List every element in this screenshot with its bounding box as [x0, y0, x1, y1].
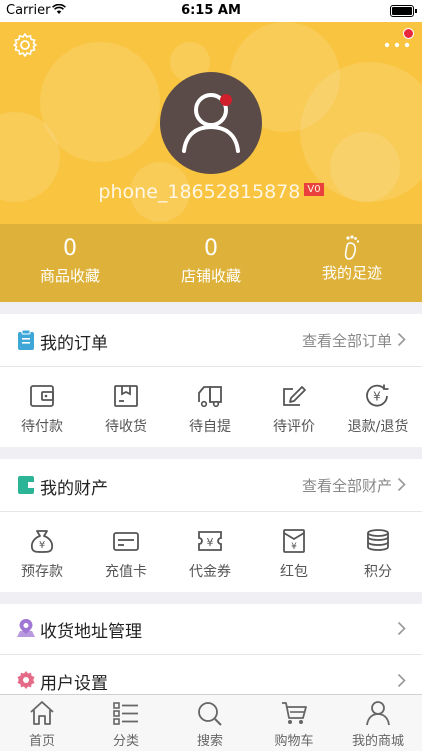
view-all-assets-link[interactable]: 查看全部财产: [302, 475, 392, 496]
assets-grid: ¥ 预存款 充值卡 ¥ 代金券 ¥ 红包 积分: [0, 512, 422, 592]
home-icon: [30, 701, 54, 725]
assets-panel: 我的财产 查看全部财产 ¥ 预存款 充值卡 ¥ 代金券 ¥ 红包 积分: [0, 459, 422, 592]
vip-level-badge: V0: [304, 183, 324, 196]
address-management-label: 收货地址管理: [40, 622, 142, 642]
user-avatar-icon: [182, 93, 240, 153]
goods-favorites-stat[interactable]: 0 商品收藏: [0, 224, 140, 286]
tab-cart[interactable]: 购物车: [252, 695, 336, 749]
profile-header: phone_18652815878 V0 0 商品收藏 0 店铺收藏 我的足迹: [0, 22, 422, 302]
money-bag-icon: ¥: [30, 530, 54, 553]
chevron-right-icon: [397, 673, 406, 688]
search-icon: [198, 702, 222, 726]
asset-item-label: 充值卡: [105, 564, 147, 580]
refund-icon: ¥: [366, 384, 389, 407]
tab-label: 搜索: [196, 734, 223, 749]
truck-icon: [198, 386, 222, 408]
tab-my-mall[interactable]: 我的商城: [336, 695, 420, 749]
stats-band: 0 商品收藏 0 店铺收藏 我的足迹: [0, 224, 422, 302]
settings-gear-icon[interactable]: [12, 32, 38, 58]
order-item-label: 待自提: [189, 419, 231, 435]
order-status-grid: 待付款 待收货 待自提 待评价 ¥ 退款/退货: [0, 367, 422, 447]
order-pending-payment[interactable]: 待付款: [0, 367, 84, 436]
tab-category[interactable]: 分类: [84, 695, 168, 749]
svg-text:¥: ¥: [373, 390, 381, 404]
status-bar: Carrier 6:15 AM: [0, 0, 422, 22]
avatar-badge-dot: [220, 94, 232, 106]
asset-voucher[interactable]: ¥ 代金券: [168, 512, 252, 581]
orders-title: 我的订单: [40, 334, 108, 354]
view-all-orders-link[interactable]: 查看全部订单: [302, 330, 392, 351]
more-dots-icon[interactable]: [384, 42, 410, 48]
tab-label: 购物车: [274, 734, 314, 749]
asset-item-label: 预存款: [21, 564, 63, 580]
clipboard-icon: [18, 330, 34, 350]
order-pending-pickup[interactable]: 待自提: [168, 367, 252, 436]
coins-icon: [367, 529, 389, 551]
green-wallet-icon: [18, 476, 34, 494]
store-favorites-label: 店铺收藏: [180, 267, 241, 285]
svg-text:¥: ¥: [39, 540, 45, 551]
chevron-right-icon[interactable]: [397, 332, 406, 347]
settings-icon: [17, 671, 35, 689]
notification-dot: [403, 28, 414, 39]
location-icon: [17, 619, 35, 637]
chevron-right-icon[interactable]: [397, 477, 406, 492]
order-item-label: 待收货: [105, 419, 147, 435]
edit-icon: [283, 386, 306, 406]
tab-label: 分类: [112, 734, 139, 749]
bottom-tab-bar: 首页 分类 搜索 购物车 我的商城: [0, 694, 422, 751]
order-item-label: 待付款: [21, 419, 63, 435]
red-envelope-icon: ¥: [283, 529, 305, 553]
asset-recharge-card[interactable]: 充值卡: [84, 512, 168, 581]
card-icon: [113, 532, 139, 551]
asset-item-label: 红包: [280, 564, 308, 580]
list-icon: [113, 702, 138, 725]
tab-label: 首页: [28, 734, 55, 749]
order-pending-review[interactable]: 待评价: [252, 367, 336, 436]
svg-text:¥: ¥: [291, 542, 297, 552]
chevron-right-icon: [397, 621, 406, 636]
goods-favorites-count: 0: [63, 236, 77, 261]
package-icon: [114, 385, 138, 407]
store-favorites-count: 0: [204, 236, 218, 261]
user-settings-row[interactable]: 用户设置: [0, 655, 422, 694]
user-settings-label: 用户设置: [40, 674, 108, 694]
svg-text:¥: ¥: [207, 536, 214, 549]
tab-label: 我的商城: [351, 734, 404, 749]
asset-points[interactable]: 积分: [336, 512, 420, 581]
asset-item-label: 积分: [364, 564, 392, 580]
coupon-icon: ¥: [198, 531, 222, 551]
avatar[interactable]: [160, 72, 262, 174]
tab-search[interactable]: 搜索: [168, 695, 252, 749]
time-label: 6:15 AM: [181, 3, 241, 18]
tab-home[interactable]: 首页: [0, 695, 84, 749]
order-pending-receipt[interactable]: 待收货: [84, 367, 168, 436]
battery-icon: [390, 5, 417, 17]
orders-panel: 我的订单 查看全部订单 待付款 待收货 待自提 待评价 ¥ 退款/退货: [0, 314, 422, 447]
asset-red-envelope[interactable]: ¥ 红包: [252, 512, 336, 581]
address-management-row[interactable]: 收货地址管理: [0, 604, 422, 654]
order-item-label: 待评价: [273, 419, 315, 435]
assets-title: 我的财产: [40, 479, 108, 499]
order-item-label: 退款/退货: [347, 419, 409, 435]
footprint-stat[interactable]: 我的足迹: [282, 224, 422, 283]
wallet-icon: [30, 385, 54, 407]
username: phone_18652815878: [98, 181, 301, 203]
asset-prepaid-deposit[interactable]: ¥ 预存款: [0, 512, 84, 581]
user-icon: [366, 701, 390, 726]
goods-favorites-label: 商品收藏: [39, 267, 100, 285]
footprint-label: 我的足迹: [321, 264, 382, 282]
username-row: phone_18652815878 V0: [0, 181, 422, 203]
cart-icon: [282, 702, 307, 724]
order-refund-return[interactable]: ¥ 退款/退货: [336, 367, 420, 436]
asset-item-label: 代金券: [189, 564, 231, 580]
footprint-icon: [282, 234, 422, 262]
store-favorites-stat[interactable]: 0 店铺收藏: [141, 224, 281, 286]
